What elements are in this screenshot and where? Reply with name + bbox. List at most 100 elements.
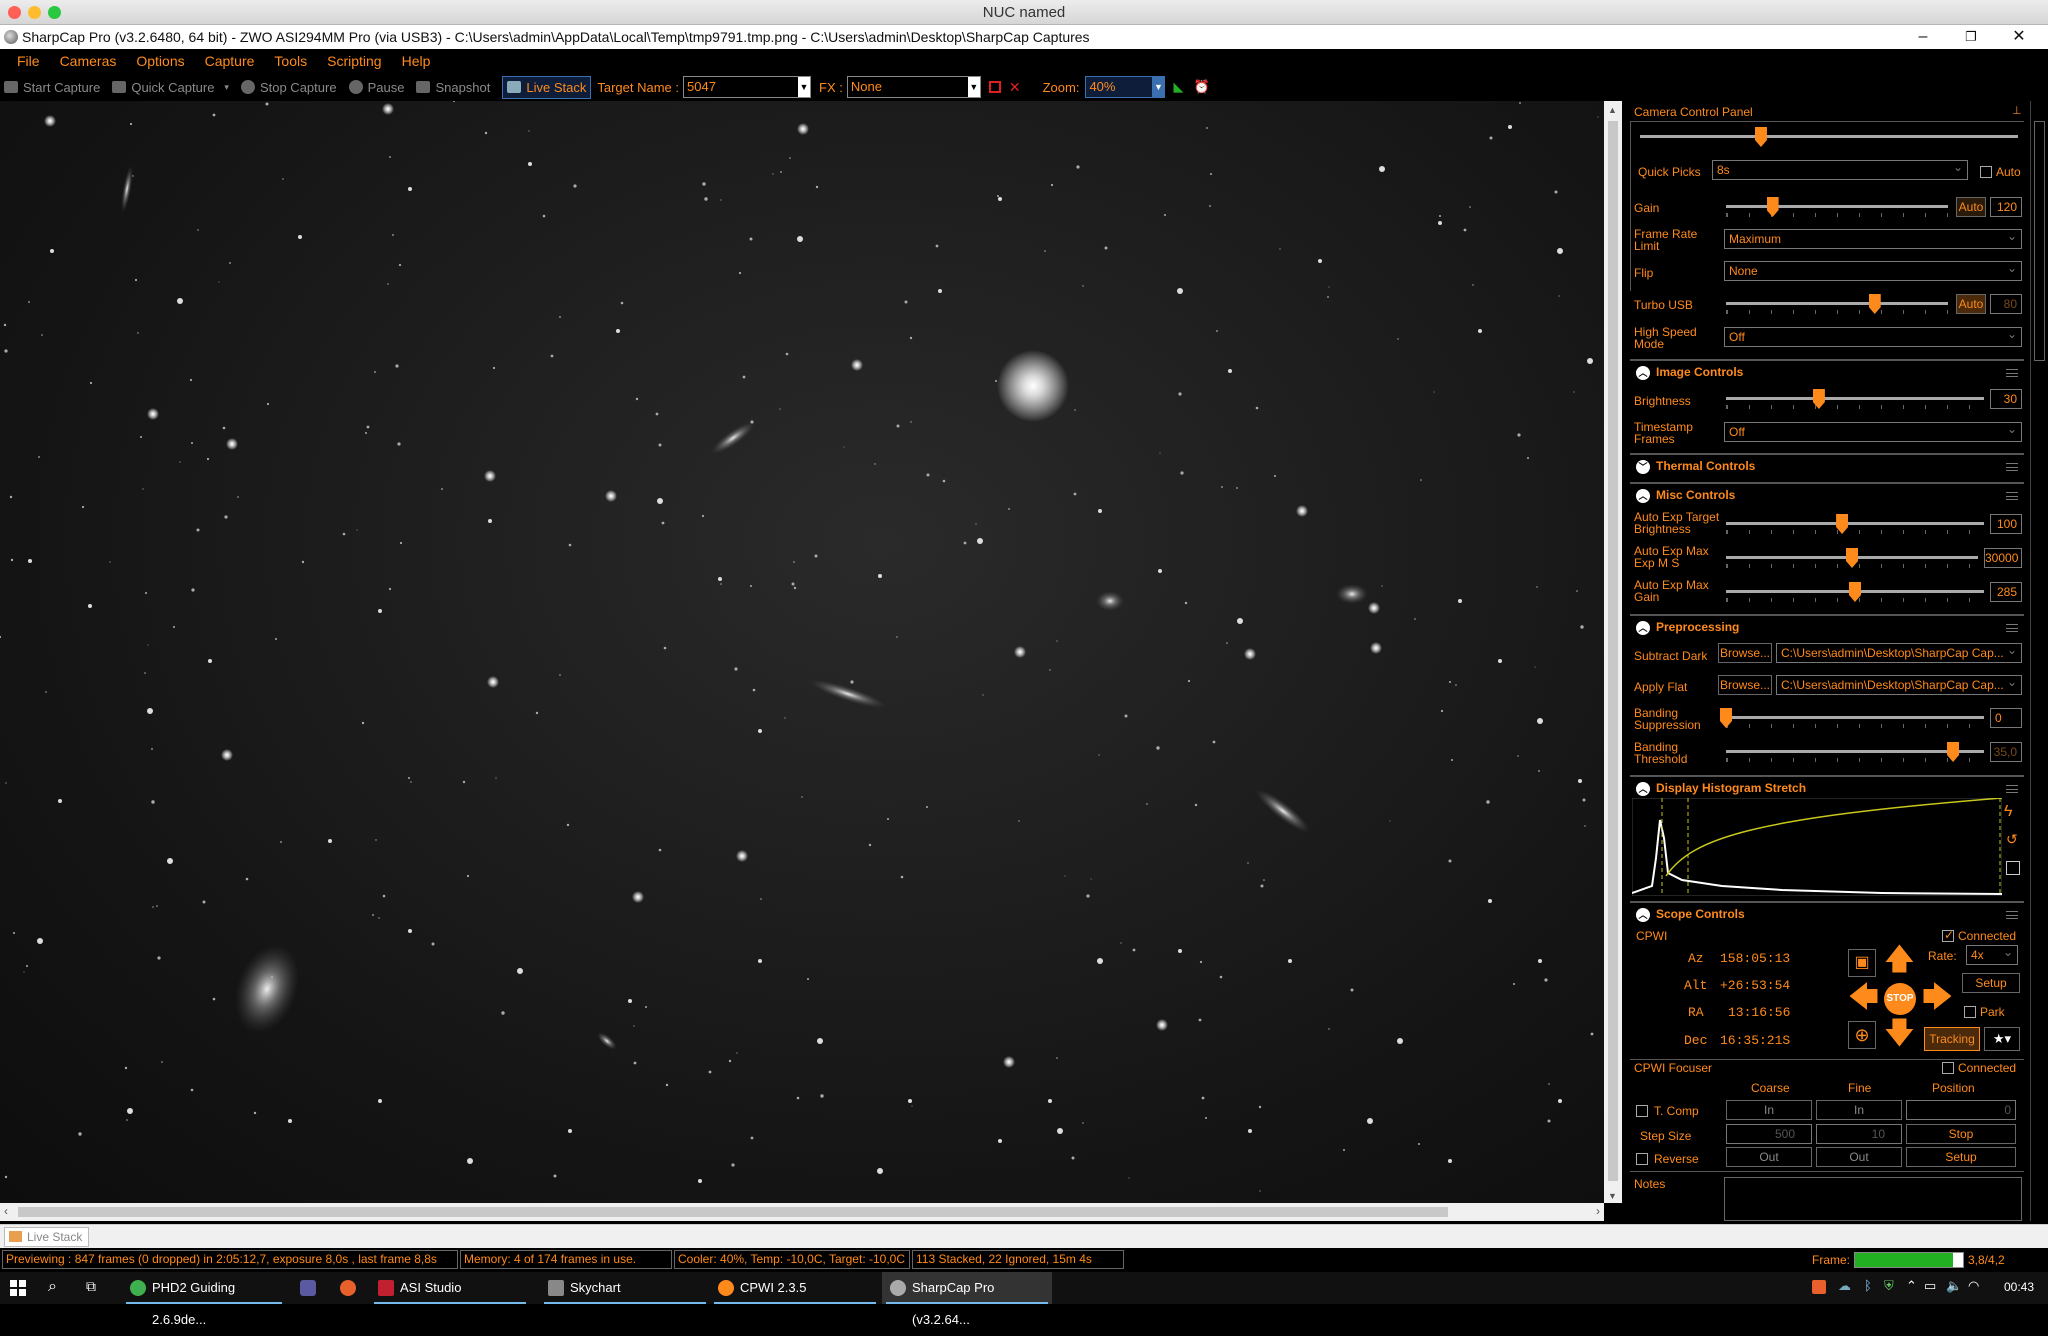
tray-app-icon[interactable] (1812, 1280, 1826, 1294)
snapshot-button[interactable]: Snapshot (416, 80, 490, 95)
reset-icon[interactable]: ↺ (2006, 831, 2018, 848)
menu-options[interactable]: Options (136, 53, 184, 69)
battery-icon[interactable]: ▭ (1924, 1278, 1936, 1294)
exposure-slider[interactable] (1640, 135, 2018, 138)
pause-button[interactable]: Pause (348, 80, 404, 95)
panel-scrollbar[interactable] (2030, 101, 2048, 1221)
minimize-icon[interactable]: – (1900, 25, 1946, 49)
preprocessing-header[interactable]: ︿ Preprocessing (1630, 614, 2024, 638)
coarse-out-button[interactable]: Out (1726, 1147, 1812, 1167)
gain-value[interactable]: 120 (1990, 197, 2022, 217)
collapse-icon[interactable]: ︿ (1636, 366, 1650, 380)
taskbar-skychart[interactable]: Skychart (540, 1272, 710, 1304)
alarm-icon[interactable]: ⏰ (1193, 79, 1209, 95)
timestamp-frames-select[interactable]: Off (1724, 420, 2022, 442)
dark-path-select[interactable]: C:\Users\admin\Desktop\SharpCap Cap... (1776, 641, 2022, 663)
save-icon[interactable] (2006, 861, 2020, 875)
scroll-down-icon[interactable]: ▼ (1608, 1191, 1617, 1201)
menu-file[interactable]: File (17, 53, 40, 69)
menu-cameras[interactable]: Cameras (60, 53, 117, 69)
banding-threshold-slider[interactable] (1726, 750, 1984, 753)
menu-icon[interactable] (2006, 369, 2018, 377)
collapse-icon[interactable]: ︿ (1636, 489, 1650, 503)
fx-select[interactable]: None ▼ (846, 76, 981, 98)
scroll-thumb[interactable] (1608, 121, 1618, 1181)
windows-start-icon[interactable] (10, 1280, 26, 1296)
thermal-controls-header[interactable]: ﹀ Thermal Controls (1630, 453, 2024, 477)
gain-auto-button[interactable]: Auto (1956, 197, 1986, 217)
auto-exposure-checkbox[interactable] (1980, 166, 1992, 178)
misc-controls-header[interactable]: ︿ Misc Controls (1630, 482, 2024, 506)
coarse-step-input[interactable]: 500 (1726, 1124, 1812, 1144)
scope-connected-checkbox[interactable] (1942, 928, 1954, 942)
browse-dark-button[interactable]: Browse... (1718, 643, 1772, 663)
menu-capture[interactable]: Capture (205, 53, 255, 69)
security-icon[interactable]: ⛨ (1884, 1278, 1894, 1294)
scroll-left-icon[interactable]: ‹ (4, 1204, 8, 1218)
banding-suppression-value[interactable]: 0 (1990, 708, 2022, 728)
gain-slider[interactable] (1726, 205, 1948, 208)
banding-threshold-value[interactable]: 35,0 (1990, 742, 2022, 762)
tracking-button[interactable]: Tracking (1924, 1027, 1980, 1051)
high-speed-mode-select[interactable]: Off (1724, 325, 2022, 347)
red-box-icon[interactable] (988, 81, 1001, 93)
zoom-select[interactable]: 40% ▼ (1085, 76, 1166, 98)
fine-in-button[interactable]: In (1816, 1100, 1902, 1120)
turbo-auto-button[interactable]: Auto (1956, 294, 1986, 314)
wifi-icon[interactable]: ◠ (1968, 1278, 1979, 1294)
stop-slew-button[interactable]: STOP (1884, 983, 1916, 1015)
taskbar-cpwi[interactable]: CPWI 2.3.5 (710, 1272, 880, 1304)
tcomp-checkbox[interactable] (1636, 1105, 1648, 1117)
focuser-connected-checkbox[interactable] (1942, 1062, 1954, 1074)
crosshair-icon[interactable]: ✕ (1009, 79, 1021, 96)
target-name-input[interactable]: 5047 ▼ (683, 76, 812, 98)
menu-help[interactable]: Help (402, 53, 431, 69)
focuser-stop-button[interactable]: Stop (1906, 1124, 2016, 1144)
tab-live-stack[interactable]: Live Stack (4, 1227, 90, 1247)
close-dot-icon[interactable] (8, 6, 21, 19)
start-capture-button[interactable]: Start Capture (4, 80, 100, 95)
collapse-icon[interactable]: ︿ (1636, 782, 1650, 796)
restore-icon[interactable]: ❐ (1948, 25, 1994, 49)
taskbar-phd2[interactable]: PHD2 Guiding 2.6.9de... (122, 1272, 286, 1327)
scroll-up-icon[interactable]: ▲ (1608, 105, 1617, 115)
exposure-slider-thumb[interactable] (1754, 127, 1767, 147)
arrow-left-icon[interactable]: 🡄 (1848, 983, 1879, 1013)
menu-icon[interactable] (2006, 463, 2018, 471)
menu-icon[interactable] (2006, 492, 2018, 500)
brightness-slider[interactable] (1726, 397, 1984, 400)
bluetooth-icon[interactable]: ᛒ (1864, 1278, 1872, 1293)
banding-suppression-slider[interactable] (1726, 716, 1984, 719)
arrow-right-icon[interactable]: 🡆 (1922, 983, 1953, 1013)
star-menu-icon[interactable]: ★▾ (1984, 1027, 2020, 1051)
task-view-icon[interactable]: ⧉ (86, 1278, 96, 1295)
live-stack-button[interactable]: Live Stack (502, 75, 592, 99)
chevron-down-icon[interactable]: ▾ (224, 82, 229, 93)
chevron-down-icon[interactable]: ▼ (1152, 77, 1165, 97)
frame-rate-select[interactable]: Maximum (1724, 227, 2022, 249)
auto-exp-target-slider[interactable] (1726, 522, 1984, 525)
firefox-icon[interactable] (340, 1280, 356, 1296)
center-target-icon[interactable]: ⊕ (1848, 1021, 1876, 1049)
histogram-icon[interactable]: ◣ (1173, 79, 1183, 95)
image-horizontal-scrollbar[interactable]: ‹ › (0, 1203, 1604, 1221)
close-icon[interactable]: ✕ (1996, 25, 2042, 49)
menu-icon[interactable] (2006, 624, 2018, 632)
tray-network-drive-icon[interactable]: ☁ (1838, 1278, 1851, 1294)
taskbar-clock[interactable]: 00:43 (2004, 1280, 2034, 1294)
notes-textarea[interactable] (1724, 1177, 2022, 1221)
collapse-icon[interactable]: ︿ (1636, 621, 1650, 635)
image-vertical-scrollbar[interactable]: ▲ ▼ (1604, 101, 1622, 1203)
fine-step-input[interactable]: 10 (1816, 1124, 1902, 1144)
menu-scripting[interactable]: Scripting (327, 53, 381, 69)
browse-flat-button[interactable]: Browse... (1718, 675, 1772, 695)
auto-exp-max-gain-value[interactable]: 285 (1990, 582, 2022, 602)
histogram-stretch-graph[interactable] (1632, 798, 2002, 896)
flat-path-select[interactable]: C:\Users\admin\Desktop\SharpCap Cap... (1776, 673, 2022, 695)
lightning-icon[interactable]: ϟ (2004, 803, 2012, 821)
taskbar-sharpcap[interactable]: SharpCap Pro (v3.2.64... (882, 1272, 1052, 1327)
scope-controls-header[interactable]: ︿ Scope Controls (1630, 901, 2024, 925)
stop-capture-button[interactable]: Stop Capture (240, 80, 337, 95)
pin-icon[interactable]: ⊥ (2012, 104, 2022, 117)
taskbar-asi-studio[interactable]: ASI Studio (370, 1272, 530, 1304)
